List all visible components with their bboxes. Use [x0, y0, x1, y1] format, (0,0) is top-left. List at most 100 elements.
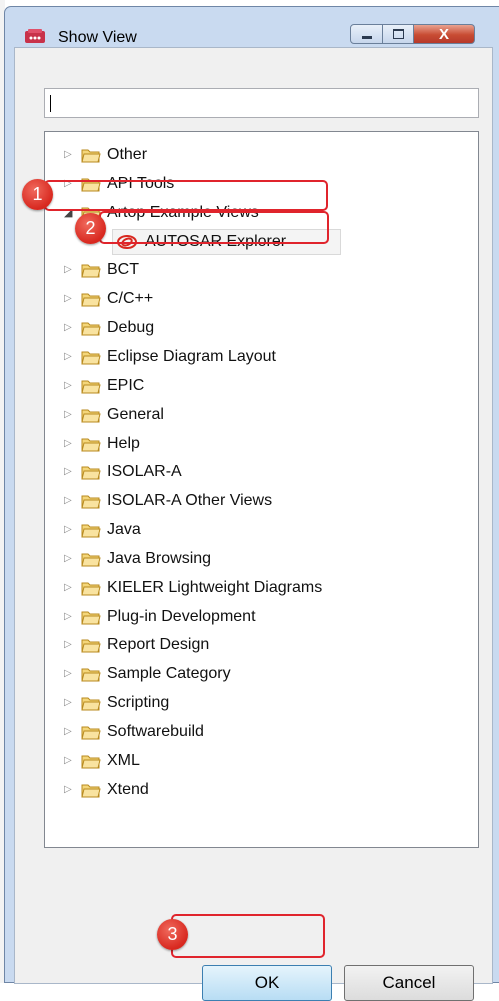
- close-icon: X: [438, 25, 449, 43]
- tree-item-label: XML: [107, 751, 140, 769]
- tree-item-label: Xtend: [107, 780, 149, 798]
- collapsed-arrow-icon[interactable]: ▷: [64, 639, 74, 651]
- tree-item[interactable]: ▷ Report Design: [45, 632, 478, 658]
- tree-item[interactable]: ▷ ISOLAR-A: [45, 459, 478, 485]
- collapsed-arrow-icon[interactable]: ▷: [64, 351, 74, 363]
- tree-item-label: ISOLAR-A: [107, 463, 182, 481]
- maximize-icon: [392, 29, 404, 39]
- tree-item-label: C/C++: [107, 290, 154, 308]
- tree-item[interactable]: ▷ XML: [45, 748, 478, 774]
- tree-item-label: General: [107, 405, 164, 423]
- tree-item[interactable]: ▷ Other: [45, 142, 478, 168]
- cancel-button[interactable]: Cancel: [344, 965, 474, 1001]
- tree-item[interactable]: ▷ Java Browsing: [45, 546, 478, 572]
- tree-item-label: Scripting: [107, 694, 170, 712]
- title-bar[interactable]: Show View X: [5, 7, 499, 47]
- folder-icon: [81, 524, 101, 538]
- tree-item-label: Debug: [107, 319, 155, 337]
- tree-item[interactable]: ▷ Eclipse Diagram Layout: [45, 344, 478, 370]
- folder-icon: [81, 293, 101, 307]
- folder-icon: [81, 351, 101, 365]
- collapsed-arrow-icon[interactable]: ▷: [64, 784, 74, 796]
- folder-icon: [81, 697, 101, 711]
- collapsed-arrow-icon[interactable]: ▷: [64, 668, 74, 680]
- folder-icon: [81, 264, 101, 278]
- collapsed-arrow-icon[interactable]: ▷: [64, 409, 74, 421]
- collapsed-arrow-icon[interactable]: ▷: [64, 524, 74, 536]
- tree-item[interactable]: ▷ ISOLAR-A Other Views: [45, 488, 478, 514]
- tree-item[interactable]: ▷ Debug: [45, 315, 478, 341]
- highlight-ok-button: [171, 914, 325, 958]
- tree-item[interactable]: ▷ EPIC: [45, 373, 478, 399]
- show-view-dialog: Show View X ▷ Other ▷ API Tools ◢ Artop Examp…: [4, 6, 499, 1001]
- folder-icon: [81, 639, 101, 653]
- tree-item-label: Sample Category: [107, 665, 231, 683]
- dialog-title: Show View: [58, 29, 137, 46]
- tree-item-label: Plug-in Development: [107, 607, 256, 625]
- tree-item[interactable]: ▷ C/C++: [45, 286, 478, 312]
- tree-item[interactable]: ▷ Sample Category: [45, 661, 478, 687]
- collapsed-arrow-icon[interactable]: ▷: [64, 149, 74, 161]
- folder-icon: [81, 149, 101, 163]
- collapsed-arrow-icon[interactable]: ▷: [64, 438, 74, 450]
- folder-icon: [81, 380, 101, 394]
- tree-item-label: Softwarebuild: [107, 723, 204, 740]
- folder-icon: [81, 495, 101, 509]
- folder-icon: [81, 668, 101, 682]
- highlight-autosar-explorer: [99, 211, 329, 244]
- folder-icon: [81, 726, 101, 740]
- collapsed-arrow-icon[interactable]: ▷: [64, 582, 74, 594]
- folder-icon: [81, 755, 101, 769]
- tree-item-label: Java: [107, 521, 141, 539]
- folder-icon: [81, 582, 101, 596]
- filter-input[interactable]: [44, 88, 479, 118]
- tree-item[interactable]: ▷ Softwarebuild: [45, 719, 478, 745]
- folder-icon: [81, 784, 101, 798]
- collapsed-arrow-icon[interactable]: ▷: [64, 611, 74, 623]
- folder-icon: [81, 466, 101, 480]
- step-badge-1: 1: [22, 179, 53, 210]
- collapsed-arrow-icon[interactable]: ▷: [64, 264, 74, 276]
- step-badge-3: 3: [157, 919, 188, 950]
- maximize-button[interactable]: [383, 24, 414, 44]
- tree-item-label: Help: [107, 434, 140, 452]
- folder-icon: [81, 438, 101, 451]
- tree-item-label: EPIC: [107, 376, 145, 394]
- tree-item[interactable]: ▷ Java: [45, 517, 478, 543]
- step-badge-2: 2: [75, 213, 106, 244]
- tree-item[interactable]: ▷ General: [45, 402, 478, 428]
- tree-item-label: Java Browsing: [107, 549, 212, 567]
- collapsed-arrow-icon[interactable]: ▷: [64, 466, 74, 478]
- folder-icon: [81, 553, 101, 567]
- app-icon: [25, 29, 45, 43]
- collapsed-arrow-icon[interactable]: ▷: [64, 322, 74, 334]
- tree-item[interactable]: ▷ Scripting: [45, 690, 478, 716]
- folder-icon: [81, 611, 101, 625]
- close-button[interactable]: X: [414, 24, 475, 44]
- folder-icon: [81, 409, 101, 423]
- tree-item[interactable]: ▷ Plug-in Development: [45, 604, 478, 630]
- tree-item[interactable]: ▷ Help: [45, 431, 478, 457]
- collapsed-arrow-icon[interactable]: ▷: [64, 553, 74, 565]
- minimize-icon: [361, 35, 372, 39]
- folder-icon: [81, 322, 101, 336]
- tree-item-label: Eclipse Diagram Layout: [107, 347, 276, 365]
- collapsed-arrow-icon[interactable]: ▷: [64, 726, 74, 738]
- tree-item-label: BCT: [107, 261, 139, 279]
- tree-item[interactable]: ▷ BCT: [45, 257, 478, 283]
- collapsed-arrow-icon[interactable]: ▷: [64, 380, 74, 392]
- tree-item-label: Other: [107, 146, 148, 163]
- collapsed-arrow-icon[interactable]: ▷: [64, 755, 74, 767]
- ok-button[interactable]: OK: [202, 965, 332, 1001]
- tree-item[interactable]: ▷ KIELER Lightweight Diagrams: [45, 575, 478, 601]
- collapsed-arrow-icon[interactable]: ▷: [64, 293, 74, 305]
- tree-item[interactable]: ▷ Xtend: [45, 777, 478, 803]
- collapsed-arrow-icon[interactable]: ▷: [64, 495, 74, 507]
- collapsed-arrow-icon[interactable]: ▷: [64, 697, 74, 709]
- tree-item-label: Report Design: [107, 636, 210, 654]
- tree-item-label: KIELER Lightweight Diagrams: [107, 578, 323, 596]
- highlight-artop-row: [44, 180, 328, 211]
- minimize-button[interactable]: [350, 24, 383, 44]
- window-controls: X: [350, 24, 475, 46]
- tree-item-label: ISOLAR-A Other Views: [107, 492, 273, 510]
